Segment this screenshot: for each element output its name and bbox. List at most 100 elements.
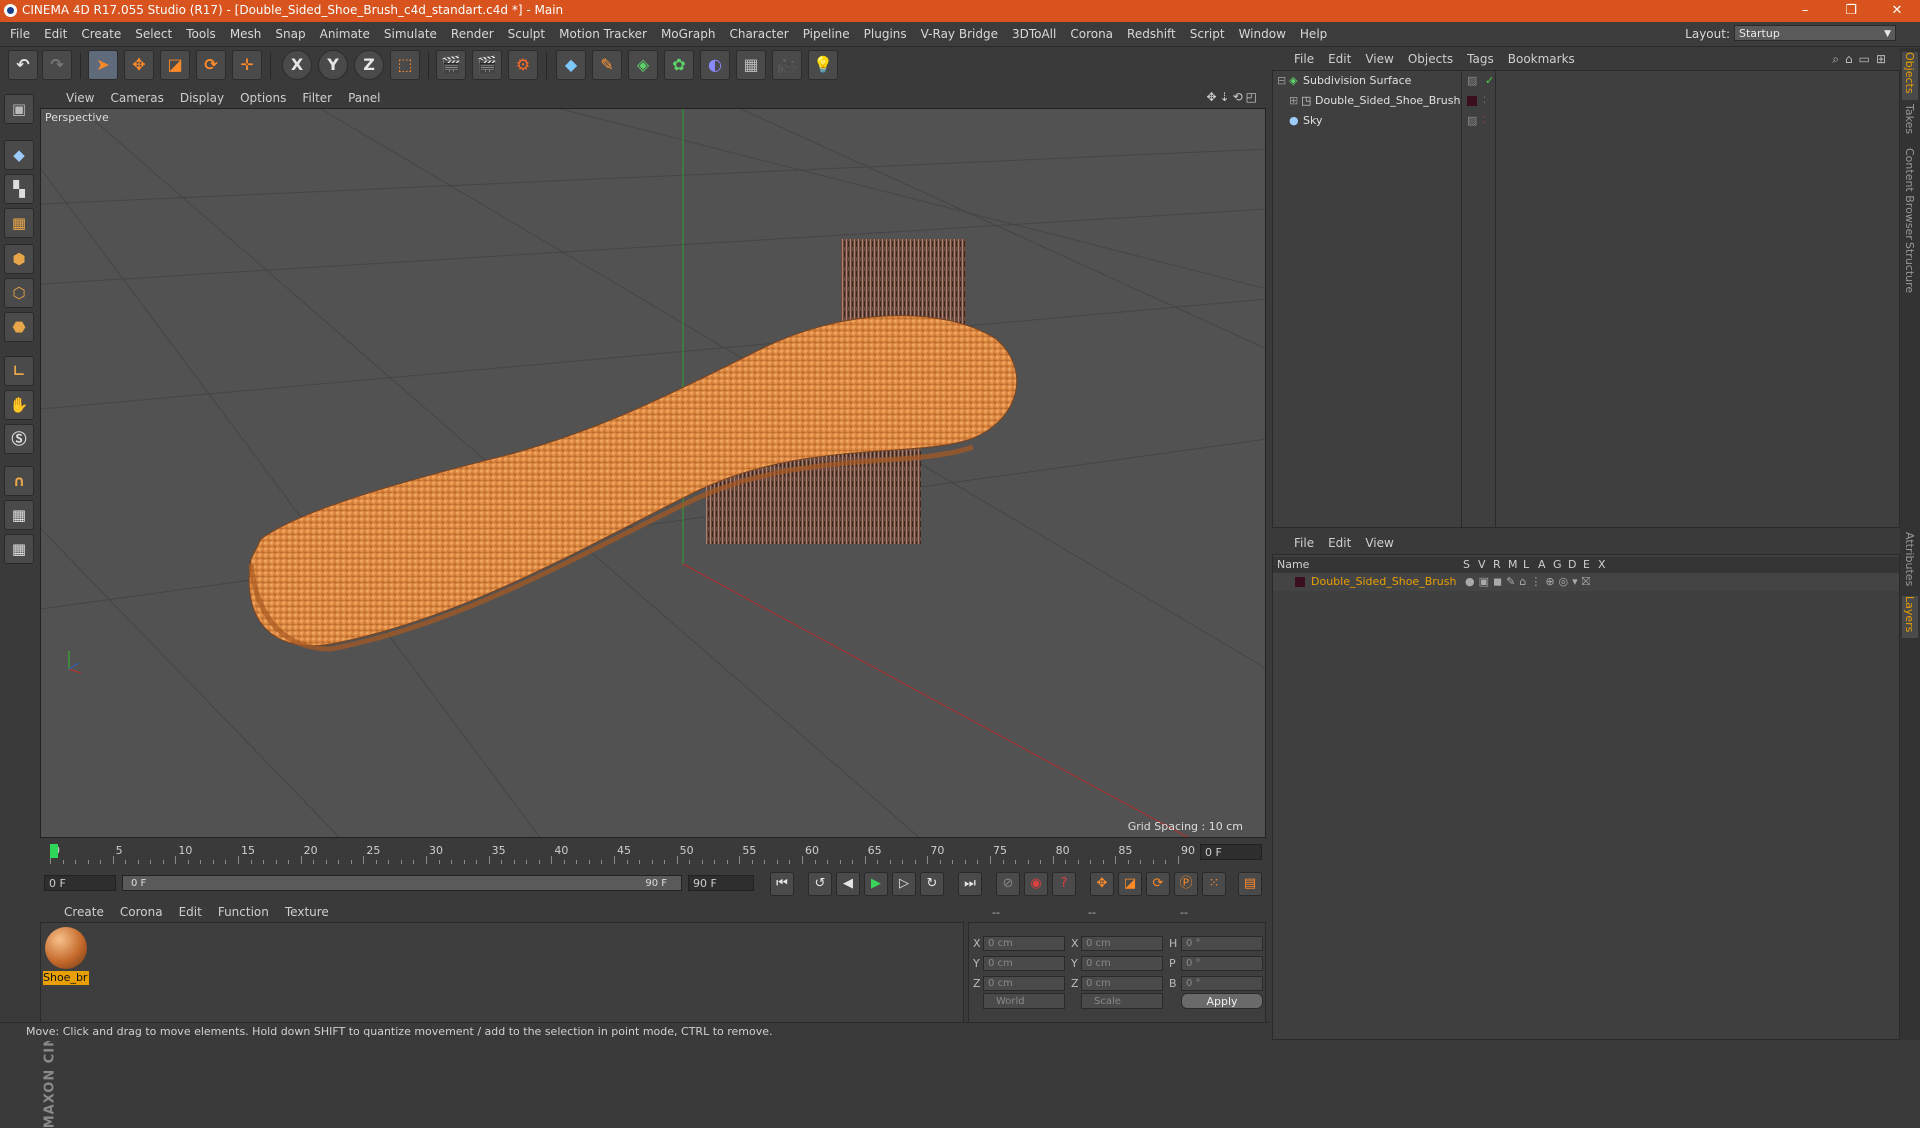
viewport-menu-panel[interactable]: Panel	[340, 88, 388, 108]
object-menu-view[interactable]: View	[1358, 48, 1400, 70]
previous-frame-icon[interactable]: ◀	[836, 872, 860, 896]
tab-structure[interactable]: Structure	[1902, 242, 1918, 302]
viewport-menu-filter[interactable]: Filter	[294, 88, 340, 108]
key-position-icon[interactable]: ✥	[1090, 872, 1114, 896]
points-mode-icon[interactable]: ⬢	[4, 244, 34, 274]
texture-mode-icon[interactable]: ▚	[4, 174, 34, 204]
object-menu-bookmarks[interactable]: Bookmarks	[1501, 48, 1582, 70]
coordinate-mode-select[interactable]: World	[983, 993, 1065, 1009]
menu-help[interactable]: Help	[1293, 22, 1334, 46]
menu-select[interactable]: Select	[128, 22, 179, 46]
layer-color-swatch[interactable]	[1467, 96, 1477, 106]
menu-window[interactable]: Window	[1232, 22, 1293, 46]
tab-objects[interactable]: Objects	[1902, 52, 1918, 100]
edges-mode-icon[interactable]: ⬡	[4, 278, 34, 308]
snap-magnet-icon[interactable]: ∩	[4, 466, 34, 496]
menu-snap[interactable]: Snap	[268, 22, 312, 46]
workplane-lock-icon[interactable]: ▦	[4, 500, 34, 530]
playhead-marker[interactable]	[50, 844, 58, 858]
previous-key-icon[interactable]: ↺	[808, 872, 832, 896]
size-x-field[interactable]: 0 cm	[1081, 936, 1163, 951]
menu-script[interactable]: Script	[1183, 22, 1232, 46]
object-menu-objects[interactable]: Objects	[1401, 48, 1460, 70]
preview-range-slider[interactable]: 0 F 90 F	[122, 875, 682, 891]
keyframe-selection-icon[interactable]: ?	[1052, 872, 1076, 896]
material-menu-edit[interactable]: Edit	[171, 902, 210, 922]
z-axis-lock-button[interactable]: Z	[354, 50, 384, 80]
visibility-dots-icon[interactable]: ⁚	[1483, 91, 1486, 111]
menu-corona[interactable]: Corona	[1063, 22, 1120, 46]
material-menu-create[interactable]: Create	[56, 902, 112, 922]
layer-menu-edit[interactable]: Edit	[1321, 532, 1358, 554]
layer-color-swatch[interactable]	[1295, 577, 1305, 587]
viewport-menu-view[interactable]: View	[58, 88, 102, 108]
frame-ruler[interactable]: 051015202530354045505560657075808590	[50, 842, 1195, 864]
make-editable-icon[interactable]: ▣	[4, 94, 34, 124]
material-preview-ball[interactable]	[45, 927, 87, 969]
menu-tools[interactable]: Tools	[179, 22, 223, 46]
enabled-check-icon[interactable]: ✓	[1485, 71, 1494, 91]
layer-menu-file[interactable]: File	[1287, 532, 1321, 554]
material-menu-corona[interactable]: Corona	[112, 902, 171, 922]
menu-simulate[interactable]: Simulate	[377, 22, 444, 46]
menu-motion-tracker[interactable]: Motion Tracker	[552, 22, 654, 46]
tab-layers[interactable]: Layers	[1902, 596, 1918, 638]
key-scale-icon[interactable]: ◪	[1118, 872, 1142, 896]
menu-render[interactable]: Render	[444, 22, 501, 46]
menu-mograph[interactable]: MoGraph	[654, 22, 723, 46]
transform-tool-icon[interactable]: ✛	[232, 50, 262, 80]
menu-file[interactable]: File	[3, 22, 37, 46]
render-picture-viewer-icon[interactable]: 🎬	[472, 50, 502, 80]
timeline-window-icon[interactable]: ▤	[1238, 872, 1262, 896]
live-selection-icon[interactable]: ➤	[88, 50, 118, 80]
record-keys-icon[interactable]: ⊘	[996, 872, 1020, 896]
viewport-menu-cameras[interactable]: Cameras	[102, 88, 171, 108]
menu-create[interactable]: Create	[74, 22, 128, 46]
object-row-brush[interactable]: ⊞ ◳ Double_Sided_Shoe_Brush ⁚	[1273, 91, 1899, 111]
layer-menu-view[interactable]: View	[1358, 532, 1400, 554]
go-to-end-icon[interactable]: ⏭	[958, 872, 982, 896]
object-menu-file[interactable]: File	[1287, 48, 1321, 70]
tab-attributes[interactable]: Attributes	[1902, 532, 1918, 592]
object-name[interactable]: Sky	[1303, 111, 1322, 131]
object-name[interactable]: Subdivision Surface	[1303, 71, 1411, 91]
menu-mesh[interactable]: Mesh	[223, 22, 269, 46]
floor-scene-icon[interactable]: ▦	[736, 50, 766, 80]
end-frame-field[interactable]: 90 F	[688, 875, 754, 891]
edit-render-settings-icon[interactable]: ⚙	[508, 50, 538, 80]
object-menu-edit[interactable]: Edit	[1321, 48, 1358, 70]
menu-pipeline[interactable]: Pipeline	[796, 22, 857, 46]
visibility-dots-icon[interactable]: ⁚	[1483, 111, 1486, 131]
auto-keying-icon[interactable]: ◉	[1024, 872, 1048, 896]
layout-select[interactable]: Startup ▼	[1734, 25, 1896, 41]
object-menu-tags[interactable]: Tags	[1460, 48, 1501, 70]
rot-h-field[interactable]: 0 °	[1181, 936, 1263, 951]
viewport-menu-options[interactable]: Options	[232, 88, 294, 108]
scale-mode-select[interactable]: Scale	[1081, 993, 1163, 1009]
collapse-icon[interactable]: ⊟	[1277, 71, 1286, 91]
x-axis-lock-button[interactable]: X	[282, 50, 312, 80]
light-icon[interactable]: 💡	[808, 50, 838, 80]
y-axis-lock-button[interactable]: Y	[318, 50, 348, 80]
size-z-field[interactable]: 0 cm	[1081, 976, 1163, 991]
layer-row[interactable]: Double_Sided_Shoe_Brush ●▣◼✎⌂⋮⊕◎▾⛝	[1273, 573, 1899, 591]
pos-x-field[interactable]: 0 cm	[983, 936, 1065, 951]
material-name[interactable]: Shoe_br	[43, 971, 89, 985]
cube-primitive-icon[interactable]: ◆	[556, 50, 586, 80]
key-pla-icon[interactable]: ⁙	[1202, 872, 1226, 896]
key-parameter-icon[interactable]: Ⓟ	[1174, 872, 1198, 896]
layer-flag-icons[interactable]: ●▣◼✎⌂⋮⊕◎▾⛝	[1465, 573, 1594, 591]
viewport-nav-icons[interactable]: ✥⇣⟲◰	[1206, 90, 1260, 104]
object-row-subdivision[interactable]: ⊟ ◈ Subdivision Surface ▨ ✓	[1273, 71, 1899, 91]
model-mode-icon[interactable]: ◆	[4, 140, 34, 170]
coordinate-system-icon[interactable]: ⬚	[390, 50, 420, 80]
viewport-menu-display[interactable]: Display	[172, 88, 232, 108]
layer-name[interactable]: Double_Sided_Shoe_Brush	[1311, 573, 1456, 591]
undo-button[interactable]: ↶	[8, 50, 38, 80]
menu-plugins[interactable]: Plugins	[857, 22, 914, 46]
next-frame-icon[interactable]: ▷	[892, 872, 916, 896]
expand-icon[interactable]: ⊞	[1289, 91, 1298, 111]
pos-z-field[interactable]: 0 cm	[983, 976, 1065, 991]
deformer-icon[interactable]: ◐	[700, 50, 730, 80]
grid-snap-icon[interactable]: ▦	[4, 534, 34, 564]
